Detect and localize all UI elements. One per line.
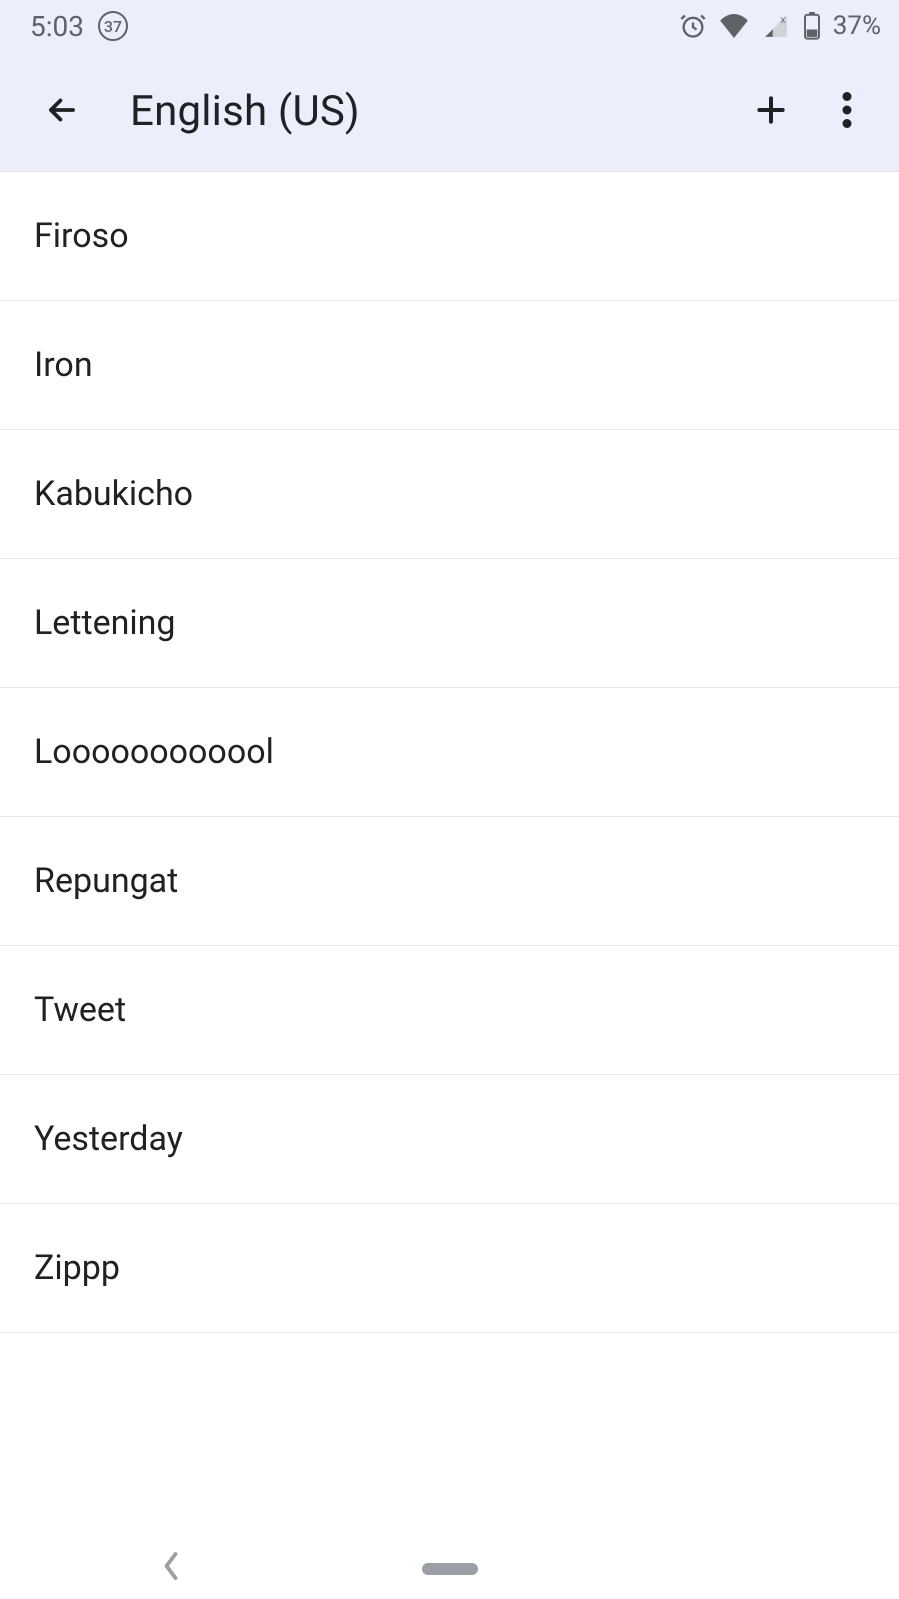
- add-button[interactable]: [733, 74, 809, 150]
- list-item-label: Loooooooooool: [34, 732, 274, 772]
- list-item-label: Yesterday: [34, 1119, 183, 1159]
- list-item-label: Iron: [34, 345, 93, 385]
- list-item-label: Firoso: [34, 216, 129, 256]
- page-title: English (US): [130, 87, 360, 136]
- more-button[interactable]: [809, 74, 885, 150]
- system-nav-bar: [0, 1539, 899, 1599]
- list-item[interactable]: Yesterday: [0, 1075, 899, 1204]
- nav-home-pill[interactable]: [422, 1563, 478, 1575]
- status-notification-badge: 37: [98, 11, 128, 41]
- nav-back-chevron[interactable]: [160, 1551, 182, 1587]
- list-item[interactable]: Repungat: [0, 817, 899, 946]
- list-item-label: Tweet: [34, 990, 126, 1030]
- svg-text:x: x: [780, 15, 785, 26]
- more-vert-icon: [841, 92, 853, 132]
- word-list: Firoso Iron Kabukicho Lettening Looooooo…: [0, 172, 899, 1333]
- battery-icon: [803, 12, 821, 40]
- cell-signal-icon: x: [761, 13, 791, 39]
- app-bar: English (US): [0, 52, 899, 172]
- status-bar: 5:03 37 x: [0, 0, 899, 52]
- battery-percent: 37%: [833, 11, 881, 41]
- back-button[interactable]: [24, 74, 100, 150]
- list-item[interactable]: Tweet: [0, 946, 899, 1075]
- list-item[interactable]: Kabukicho: [0, 430, 899, 559]
- arrow-left-icon: [43, 91, 81, 133]
- wifi-icon: [719, 14, 749, 38]
- list-item-label: Lettening: [34, 603, 176, 643]
- list-item[interactable]: Lettening: [0, 559, 899, 688]
- list-item-label: Zippp: [34, 1248, 120, 1288]
- list-item-label: Kabukicho: [34, 474, 193, 514]
- list-item[interactable]: Iron: [0, 301, 899, 430]
- list-item-label: Repungat: [34, 861, 178, 901]
- list-item[interactable]: Zippp: [0, 1204, 899, 1333]
- list-item[interactable]: Firoso: [0, 172, 899, 301]
- status-time: 5:03: [30, 10, 84, 43]
- plus-icon: [751, 90, 791, 134]
- list-item[interactable]: Loooooooooool: [0, 688, 899, 817]
- alarm-icon: [679, 12, 707, 40]
